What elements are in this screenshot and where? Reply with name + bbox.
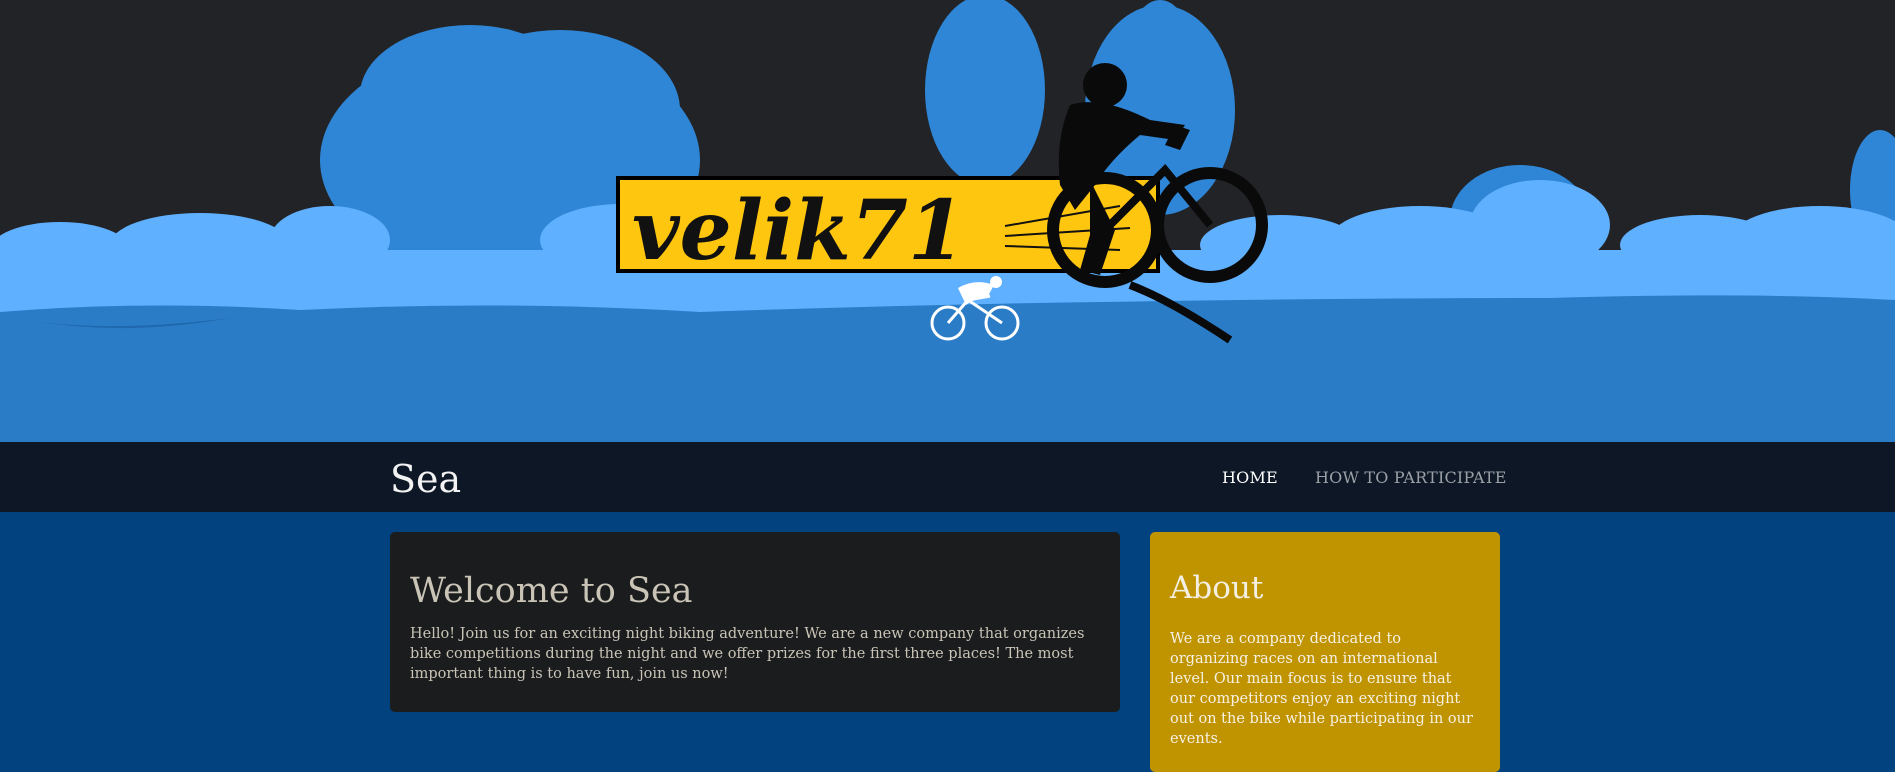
about-card: About We are a company dedicated to orga… <box>1150 532 1500 772</box>
ground <box>0 295 1895 442</box>
hero-illustration: velik71 <box>0 0 1895 442</box>
welcome-title: Welcome to Sea <box>410 571 693 611</box>
nav-link-home[interactable]: HOME <box>1222 468 1278 487</box>
about-text: We are a company dedicated to organizing… <box>1170 631 1473 748</box>
svg-text:velik71: velik71 <box>632 183 965 279</box>
nav-link-how-to-participate[interactable]: HOW TO PARTICIPATE <box>1315 468 1507 487</box>
site-brand[interactable]: Sea <box>390 460 461 498</box>
welcome-card: Welcome to Sea Hello! Join us for an exc… <box>390 532 1120 712</box>
about-title: About <box>1170 570 1264 606</box>
navbar: Sea HOME HOW TO PARTICIPATE <box>0 442 1895 512</box>
hero-banner: velik71 <box>0 0 1895 442</box>
welcome-text: Hello! Join us for an exciting night bik… <box>410 626 1085 682</box>
